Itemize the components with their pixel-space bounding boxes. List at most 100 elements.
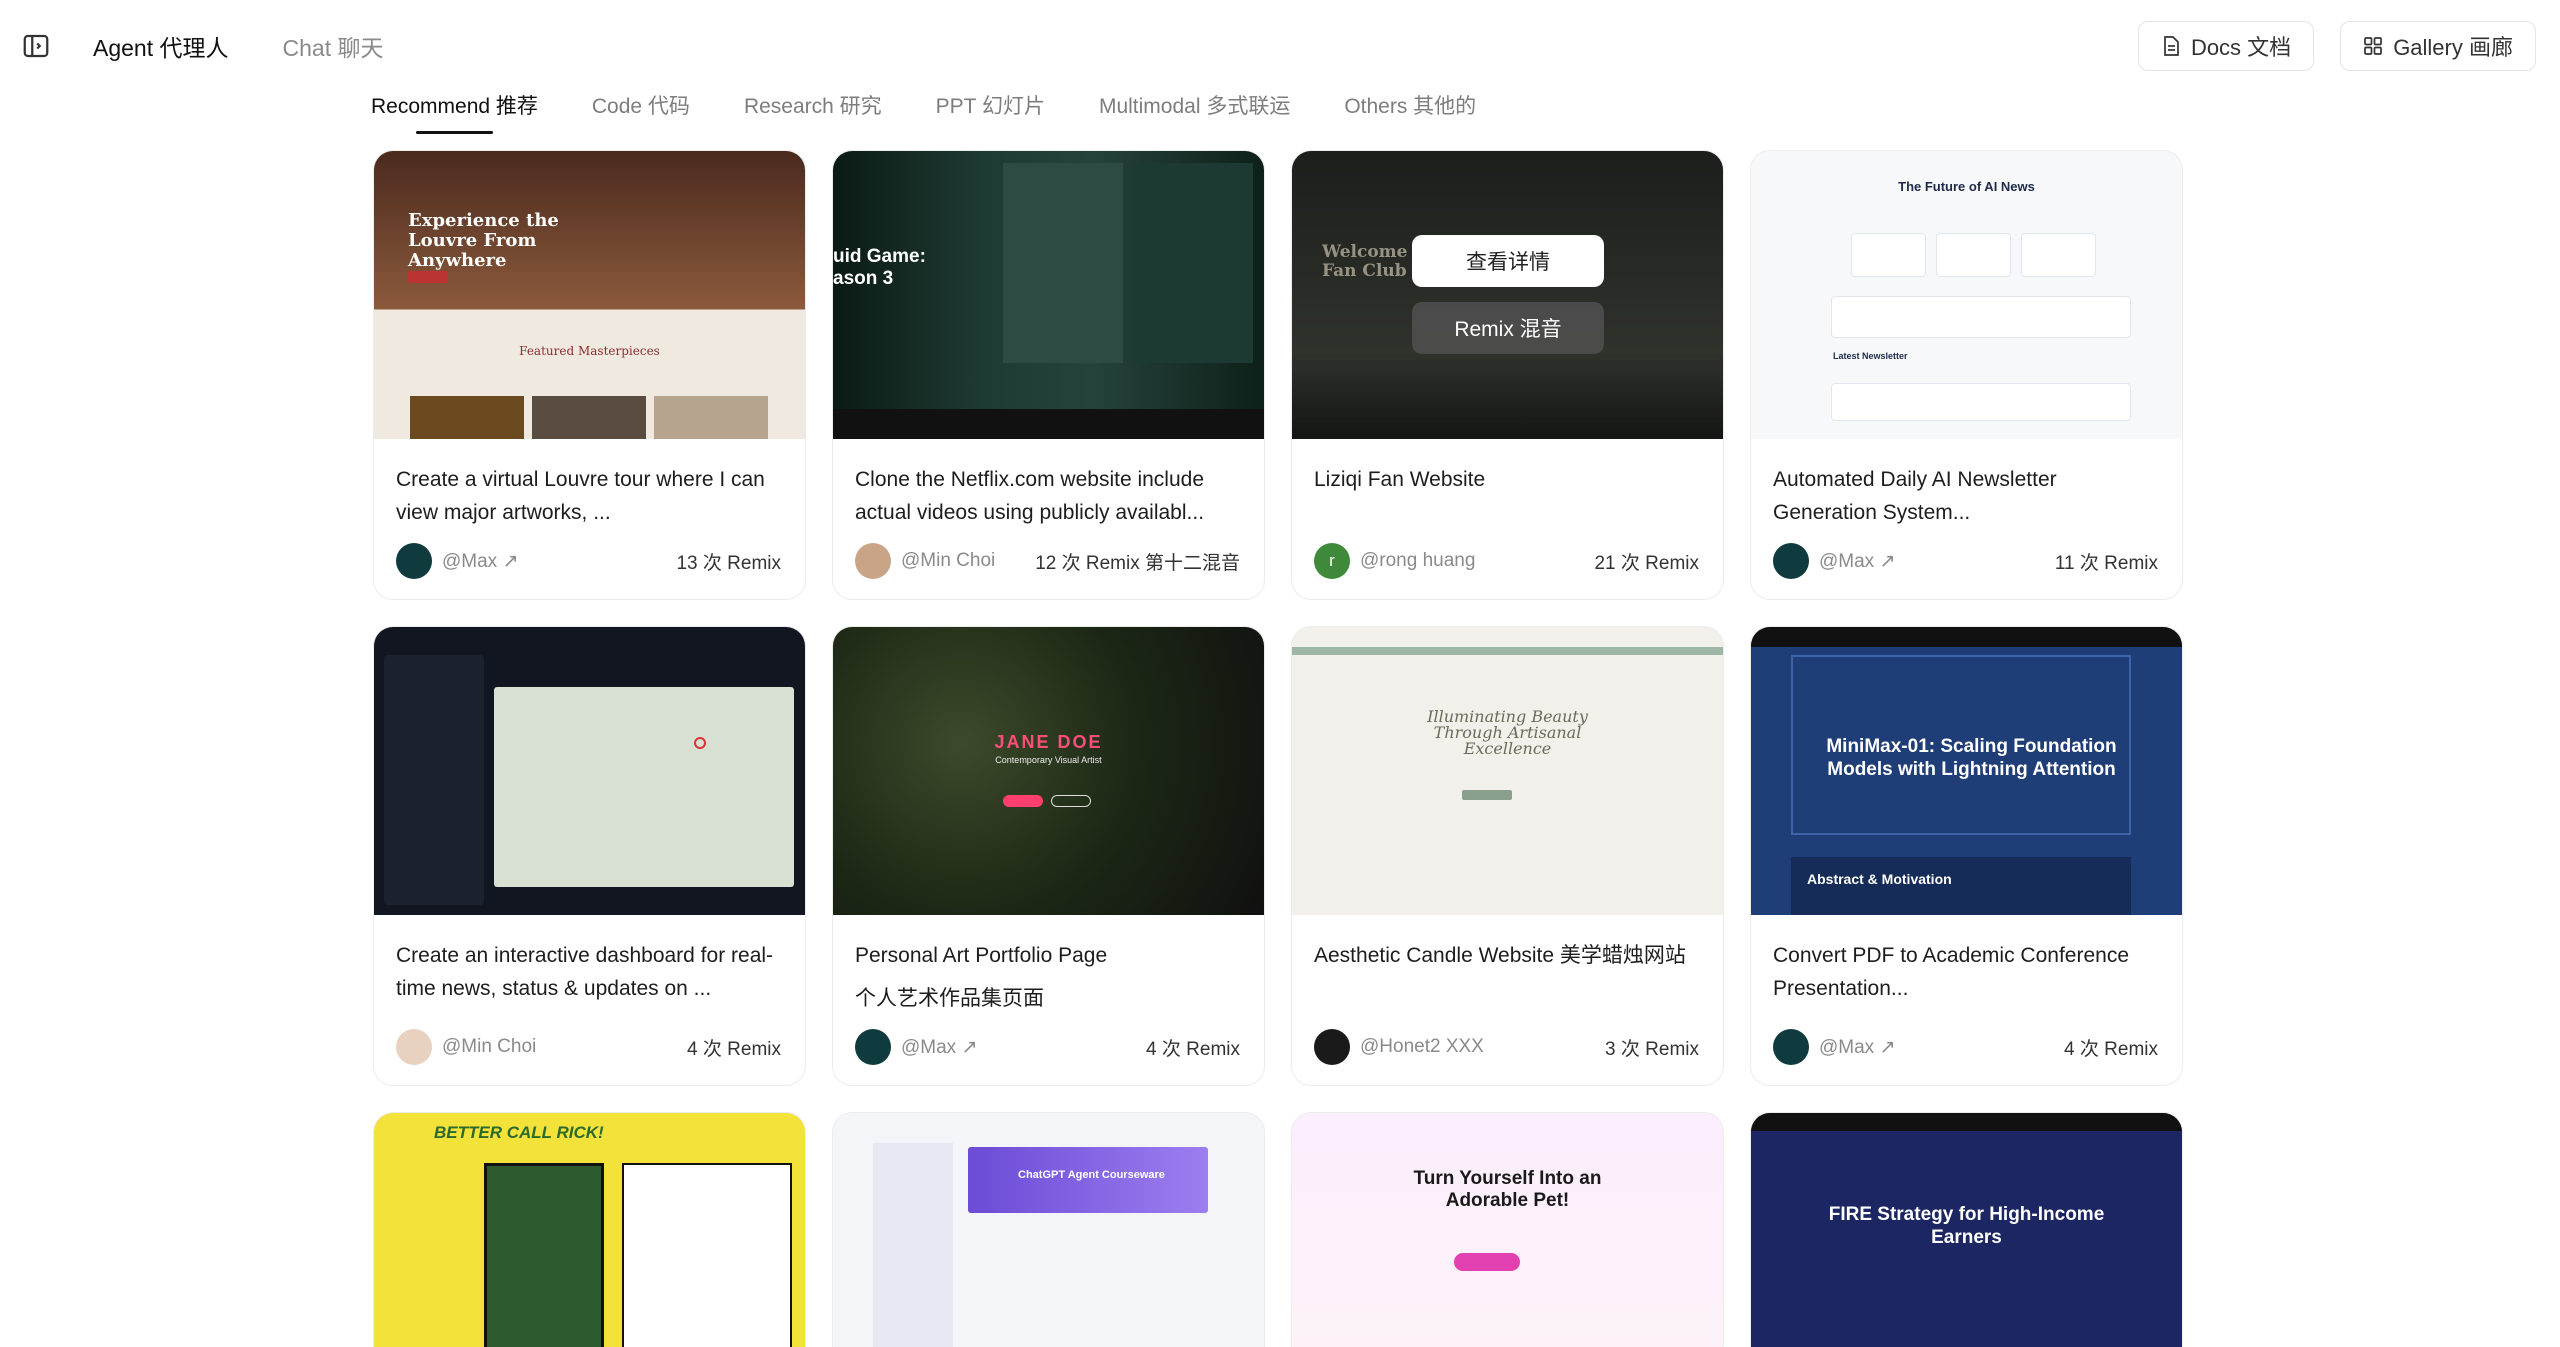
remix-count: 11 次 Remix	[2054, 552, 2158, 574]
artwork-image	[654, 396, 768, 439]
tab-code[interactable]: Code 代码	[592, 86, 690, 134]
nav-agent[interactable]: Agent 代理人	[93, 29, 229, 63]
nav-chat[interactable]: Chat 聊天	[283, 29, 384, 63]
thumb-title: Experience the Louvre From Anywhere	[408, 210, 559, 271]
course-sidebar	[873, 1143, 953, 1347]
tab-others[interactable]: Others 其他的	[1344, 86, 1476, 134]
remix-count: 13 次 Remix	[676, 552, 781, 574]
card-subtitle: 个人艺术作品集页面	[855, 987, 1044, 1010]
card-title: Convert PDF to Academic Conference Prese…	[1773, 944, 2129, 1000]
thumb-title: uid Game: ason 3	[833, 246, 926, 289]
gallery-card[interactable]: Welcome Fan Club 查看详情 Remix 混音 Liziqi Fa…	[1291, 150, 1724, 600]
feature-card	[2021, 233, 2096, 277]
card-author[interactable]: @Honet2 XXX	[1314, 1029, 1484, 1065]
view-details-button[interactable]: 查看详情	[1412, 235, 1604, 287]
artwork-image	[410, 396, 524, 439]
poster-image	[1133, 163, 1253, 363]
tab-ppt[interactable]: PPT 幻灯片	[936, 86, 1045, 134]
card-footer: @Min Choi 4 次 Remix	[396, 1015, 781, 1065]
card-body: Liziqi Fan Website r @rong huang 21 次 Re…	[1292, 439, 1723, 599]
remix-button[interactable]: Remix 混音	[1412, 302, 1604, 354]
thumb-title: Turn Yourself Into an Adorable Pet!	[1413, 1168, 1602, 1211]
sidebar-toggle-icon	[23, 34, 49, 58]
card-footer: @Max ↗ 4 次 Remix	[1773, 1015, 2158, 1065]
tab-multimodal[interactable]: Multimodal 多式联运	[1099, 86, 1290, 134]
tab-recommend[interactable]: Recommend 推荐	[371, 86, 538, 134]
card-thumbnail: Experience the Louvre From Anywhere Feat…	[374, 151, 805, 439]
avatar	[855, 543, 891, 579]
gallery-card[interactable]: Create an interactive dashboard for real…	[373, 626, 806, 1086]
thumb-subtitle: Featured Masterpieces	[519, 344, 660, 358]
card-author[interactable]: r @rong huang	[1314, 543, 1475, 579]
card-body: Create an interactive dashboard for real…	[374, 915, 805, 1085]
tab-research[interactable]: Research 研究	[744, 86, 882, 134]
card-body: Aesthetic Candle Website 美学蜡烛网站 @Honet2 …	[1292, 915, 1723, 1085]
sidebar-toggle-button[interactable]	[18, 28, 54, 64]
gallery-card[interactable]: Turn Yourself Into an Adorable Pet!	[1291, 1112, 1724, 1347]
card-author[interactable]: @Min Choi	[396, 1029, 536, 1065]
docs-button[interactable]: Docs 文档	[2137, 21, 2315, 71]
thumb-cta-secondary	[1051, 795, 1091, 807]
course-banner: ChatGPT Agent Courseware	[968, 1147, 1208, 1213]
card-footer: @Max ↗ 13 次 Remix	[396, 529, 781, 579]
gallery-card[interactable]: Experience the Louvre From Anywhere Feat…	[373, 150, 806, 600]
remix-count: 3 次 Remix	[1605, 1038, 1699, 1060]
main-nav: Agent 代理人 Chat 聊天	[93, 28, 437, 64]
remix-count: 4 次 Remix	[687, 1038, 781, 1060]
artwork-image	[532, 396, 646, 439]
card-body: Clone the Netflix.com website include ac…	[833, 439, 1264, 599]
gallery-card[interactable]: uid Game: ason 3 Clone the Netflix.com w…	[832, 150, 1265, 600]
author-name: @Max ↗	[1819, 1036, 1896, 1058]
author-name: @Max ↗	[442, 550, 519, 572]
gallery-card[interactable]: FIRE Strategy for High-Income Earners	[1750, 1112, 2183, 1347]
card-title: Create a virtual Louvre tour where I can…	[396, 468, 765, 524]
gallery-card[interactable]: ChatGPT Agent Courseware	[832, 1112, 1265, 1347]
card-footer: r @rong huang 21 次 Remix	[1314, 529, 1699, 579]
thumb-title: Illuminating Beauty Through Artisanal Ex…	[1427, 707, 1588, 758]
avatar	[855, 1029, 891, 1065]
avatar	[1773, 543, 1809, 579]
gallery-card[interactable]: BETTER CALL RICK!	[373, 1112, 806, 1347]
card-author[interactable]: @Max ↗	[1773, 1029, 1895, 1065]
card-author[interactable]: @Max ↗	[855, 1029, 977, 1065]
thumb-title: The Future of AI News	[1898, 179, 2035, 194]
thumb-subtitle: Latest Newsletter	[1833, 351, 1908, 361]
gallery-card[interactable]: MiniMax-01: Scaling Foundation Models wi…	[1750, 626, 2183, 1086]
poster-image	[1003, 163, 1123, 363]
thumb-cta	[1462, 790, 1512, 800]
card-title: Aesthetic Candle Website 美学蜡烛网站	[1314, 944, 1686, 967]
thumb-cta	[1003, 795, 1043, 807]
card-thumbnail: JANE DOE Contemporary Visual Artist	[833, 627, 1264, 915]
gallery-label: Gallery 画廊	[2393, 35, 2513, 60]
avatar: r	[1314, 543, 1350, 579]
card-title: Personal Art Portfolio Page	[855, 944, 1108, 967]
card-thumbnail: uid Game: ason 3	[833, 151, 1264, 439]
card-body: Convert PDF to Academic Conference Prese…	[1751, 915, 2182, 1085]
feature-card	[1936, 233, 2011, 277]
card-thumbnail: FIRE Strategy for High-Income Earners	[1751, 1113, 2182, 1347]
card-author[interactable]: @Max ↗	[396, 543, 518, 579]
card-author[interactable]: @Min Choi	[855, 543, 995, 579]
card-footer: @Honet2 XXX 3 次 Remix	[1314, 1015, 1699, 1065]
gallery-button[interactable]: Gallery 画廊	[2340, 21, 2536, 71]
gallery-card[interactable]: The Future of AI News Latest Newsletter …	[1750, 150, 2183, 600]
status-sidebar	[384, 655, 484, 905]
newsletter-item	[1831, 383, 2131, 421]
docs-label: Docs 文档	[2190, 35, 2292, 60]
avatar	[1314, 1029, 1350, 1065]
thumb-title: ChatGPT Agent Courseware	[1018, 1169, 1165, 1181]
avatar	[1773, 1029, 1809, 1065]
gallery-card[interactable]: Illuminating Beauty Through Artisanal Ex…	[1291, 626, 1724, 1086]
card-thumbnail: MiniMax-01: Scaling Foundation Models wi…	[1751, 627, 2182, 915]
status-panel	[1831, 296, 2131, 338]
author-name: @rong huang	[1360, 550, 1476, 571]
remix-count: 21 次 Remix	[1594, 552, 1699, 574]
card-author[interactable]: @Max ↗	[1773, 543, 1895, 579]
slide-2: Abstract & Motivation	[1791, 857, 2131, 915]
card-thumbnail: ChatGPT Agent Courseware	[833, 1113, 1264, 1347]
avatar	[396, 543, 432, 579]
thumb-title: MiniMax-01: Scaling Foundation Models wi…	[1826, 736, 2117, 780]
gallery-card[interactable]: JANE DOE Contemporary Visual Artist Pers…	[832, 626, 1265, 1086]
card-body: Personal Art Portfolio Page 个人艺术作品集页面 @M…	[833, 915, 1264, 1085]
card-title: Clone the Netflix.com website include ac…	[855, 468, 1205, 524]
